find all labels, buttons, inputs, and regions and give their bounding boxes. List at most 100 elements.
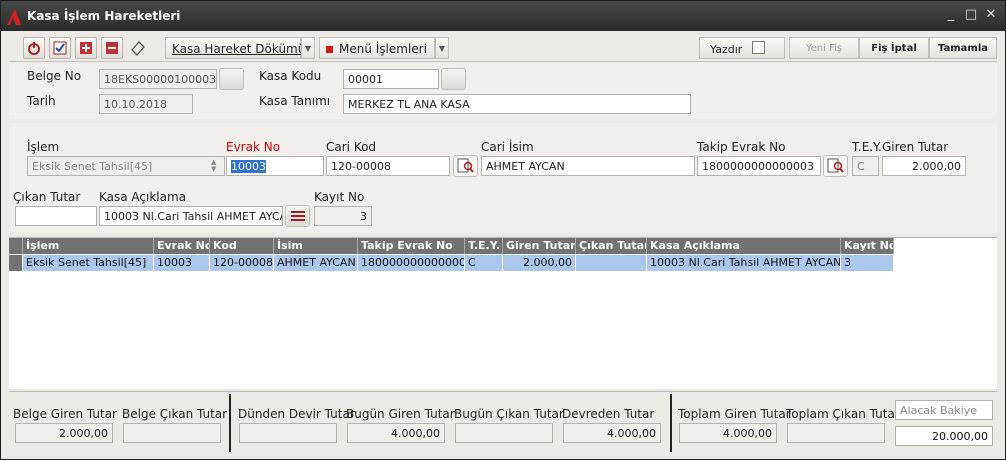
window-title: Kasa İşlem Hareketleri [27, 9, 181, 23]
giren-field[interactable]: 2.000,00 [882, 156, 966, 176]
col-islem[interactable]: İşlem [23, 238, 154, 254]
belge-giren-label: Belge Giren Tutar [13, 407, 117, 421]
belge-no-lookup-button[interactable] [219, 68, 244, 90]
islem-field[interactable]: Eksik Senet Tahsil[45] [27, 156, 225, 176]
tey-label: T.E.Y. [852, 140, 882, 154]
belge-no-field[interactable]: 18EKS00000100003 [99, 69, 217, 89]
col-giren[interactable]: Giren Tutar [503, 238, 576, 254]
maximize-button[interactable]: □ [963, 7, 979, 22]
col-isim[interactable]: İsim [274, 238, 358, 254]
col-aciklama[interactable]: Kasa Açıklama [647, 238, 841, 254]
takip-field[interactable]: 1800000000000003 [697, 156, 821, 176]
alacak-bakiye-label: Alacak Bakiye [895, 400, 993, 420]
cari-search-button[interactable] [453, 155, 478, 177]
col-evrak-no[interactable]: Evrak No [154, 238, 210, 254]
totals-footer: Belge Giren Tutar 2.000,00 Belge Çıkan T… [9, 391, 997, 453]
evrak-no-value: 10003 [231, 160, 266, 173]
toplam-giren-field: 4.000,00 [679, 423, 777, 443]
cell-giren[interactable]: 2.000,00 [503, 255, 576, 271]
app-icon [7, 9, 21, 25]
bugun-cikan-label: Bugün Çıkan Tutar [454, 407, 564, 421]
grid-row-indicator-header [9, 238, 23, 254]
cell-kod[interactable]: 120-00008 [210, 255, 274, 271]
operations-dropdown[interactable]: ▼ [435, 37, 449, 59]
bugun-cikan-field [455, 423, 553, 443]
tey-field[interactable]: C [852, 156, 879, 176]
cell-isim[interactable]: AHMET AYCAN [274, 255, 358, 271]
print-checkbox[interactable] [752, 41, 765, 54]
kasa-tanimi-label: Kasa Tanımı [259, 94, 331, 108]
cell-tey[interactable]: C [465, 255, 503, 271]
aciklama-label: Kasa Açıklama [99, 190, 187, 204]
bugun-giren-field: 4.000,00 [347, 423, 445, 443]
cell-kayit[interactable]: 3 [841, 255, 894, 271]
checklist-icon [53, 41, 67, 55]
tarih-field[interactable]: 10.10.2018 [99, 94, 193, 114]
delete-icon [106, 42, 118, 54]
delete-record-button[interactable] [101, 37, 123, 59]
cell-takip[interactable]: 1800000000000003 [358, 255, 465, 271]
col-kod[interactable]: Kod [210, 238, 274, 254]
bugun-giren-label: Bugün Giren Tutar [346, 407, 455, 421]
main-window: Kasa İşlem Hareketleri _ □ ✕ Kasa Hareke… [0, 0, 1006, 460]
aciklama-field[interactable]: 10003 Nl.Cari Tahsil AHMET AYCAN [99, 206, 283, 226]
cikan-field[interactable] [15, 206, 97, 226]
entry-panel: İşlem Eksik Senet Tahsil[45] ▲ ▼ Evrak No… [9, 123, 997, 233]
close-button[interactable]: ✕ [983, 7, 999, 22]
evrak-no-field[interactable]: 10003 [226, 156, 324, 176]
toplam-cikan-field [787, 423, 885, 443]
cari-isim-label: Cari İsim [481, 140, 534, 154]
toplam-cikan-label: Toplam Çıkan Tutar [786, 407, 900, 421]
col-kayit[interactable]: Kayıt No [841, 238, 894, 254]
operations-menu[interactable]: Menü İşlemleri [319, 37, 435, 59]
operations-menu-label: Menü İşlemleri [339, 42, 427, 56]
aciklama-menu-button[interactable] [285, 205, 310, 227]
takip-label: Takip Evrak No [697, 140, 786, 154]
kasa-tanimi-field[interactable]: MERKEZ TL ANA KASA [343, 94, 691, 114]
kayit-field[interactable]: 3 [314, 206, 372, 226]
cell-aciklama[interactable]: 10003 Nl.Cari Tahsil AHMET AYCAN [647, 255, 841, 271]
complete-button[interactable]: Tamamla [929, 37, 997, 59]
power-button[interactable] [23, 37, 45, 59]
new-slip-button[interactable]: Yeni Fiş [789, 37, 859, 59]
approve-list-button[interactable] [49, 37, 71, 59]
kasa-kodu-field[interactable]: 00001 [343, 69, 439, 89]
row-indicator[interactable] [9, 255, 23, 271]
cancel-slip-button[interactable]: Fiş İptal [859, 37, 929, 59]
kasa-lookup-button[interactable] [441, 68, 466, 90]
power-icon [28, 42, 40, 55]
operations-icon [326, 46, 333, 53]
belge-giren-field: 2.000,00 [15, 423, 113, 443]
toplam-giren-label: Toplam Giren Tutar [678, 407, 791, 421]
tarih-label: Tarih [27, 94, 56, 108]
report-menu[interactable]: Kasa Hareket Dökümü [165, 37, 305, 59]
col-tey[interactable]: T.E.Y. [465, 238, 503, 254]
islem-spin-icon[interactable]: ▲ ▼ [211, 159, 216, 173]
search-icon [457, 158, 474, 173]
eraser-button[interactable] [127, 37, 149, 59]
evrak-no-label: Evrak No [226, 140, 281, 154]
kasa-kodu-label: Kasa Kodu [259, 69, 322, 83]
cari-isim-field[interactable]: AHMET AYCAN [481, 156, 695, 176]
belge-cikan-label: Belge Çıkan Tutar [122, 407, 228, 421]
cell-islem[interactable]: Eksik Senet Tahsil[45] [23, 255, 154, 271]
dunden-label: Dünden Devir Tutar [238, 407, 355, 421]
transactions-grid[interactable]: İşlem Evrak No Kod İsim Takip Evrak No T… [9, 237, 997, 389]
report-menu-label: Kasa Hareket Dökümü [172, 42, 306, 56]
report-dropdown[interactable]: ▼ [301, 37, 315, 59]
cari-kod-field[interactable]: 120-00008 [326, 156, 450, 176]
takip-search-button[interactable] [823, 155, 848, 177]
belge-no-label: Belge No [27, 69, 82, 83]
cikan-label: Çıkan Tutar [13, 190, 81, 204]
cell-evrak-no[interactable]: 10003 [154, 255, 210, 271]
print-toggle[interactable]: Yazdır [699, 37, 785, 59]
col-cikan[interactable]: Çıkan Tutar [576, 238, 647, 254]
cell-cikan[interactable] [576, 255, 647, 271]
col-takip[interactable]: Takip Evrak No [358, 238, 465, 254]
list-icon [291, 211, 305, 221]
cari-kod-label: Cari Kod [326, 140, 377, 154]
kayit-label: Kayıt No [314, 190, 365, 204]
add-record-button[interactable] [75, 37, 97, 59]
minimize-button[interactable]: _ [943, 7, 959, 22]
add-icon [80, 42, 92, 54]
